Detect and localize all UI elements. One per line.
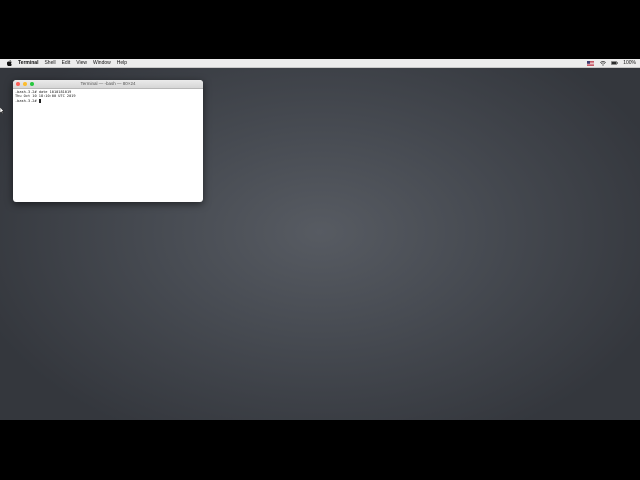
text-cursor	[38, 98, 41, 103]
command-text: date 1010181019	[38, 90, 72, 94]
mouse-pointer-icon	[0, 107, 4, 114]
menu-edit[interactable]: Edit	[62, 59, 71, 67]
terminal-window[interactable]: Terminal — -bash — 80×24 -bash-3.2# date…	[13, 80, 203, 202]
menu-shell[interactable]: Shell	[44, 59, 55, 67]
menu-app-terminal[interactable]: Terminal	[18, 59, 38, 67]
letterbox-bottom	[0, 420, 640, 480]
menu-bar: Terminal Shell Edit View Window Help 100…	[0, 59, 640, 68]
shell-prompt: -bash-3.2#	[15, 90, 39, 94]
terminal-line: -bash-3.2#	[15, 98, 201, 103]
apple-icon[interactable]	[6, 60, 12, 66]
letterbox-top	[0, 0, 640, 59]
status-menus: 100%	[587, 59, 636, 67]
terminal-content[interactable]: -bash-3.2# date 1010181019 Thu Oct 10 18…	[13, 89, 203, 104]
battery-icon[interactable]	[611, 61, 618, 66]
shell-prompt: -bash-3.2#	[15, 98, 39, 103]
menu-help[interactable]: Help	[117, 59, 127, 67]
us-flag-icon[interactable]	[587, 60, 595, 66]
menu-view[interactable]: View	[76, 59, 87, 67]
wifi-icon[interactable]	[599, 60, 606, 66]
menu-window[interactable]: Window	[93, 59, 111, 67]
window-title: Terminal — -bash — 80×24	[80, 81, 136, 86]
output-text: Thu Oct 10 18:10:00 UTC 2019	[15, 94, 76, 99]
terminal-titlebar[interactable]: Terminal — -bash — 80×24	[13, 80, 203, 89]
battery-percentage: 100%	[623, 60, 636, 66]
desktop[interactable]: Terminal Shell Edit View Window Help 100…	[0, 59, 640, 420]
